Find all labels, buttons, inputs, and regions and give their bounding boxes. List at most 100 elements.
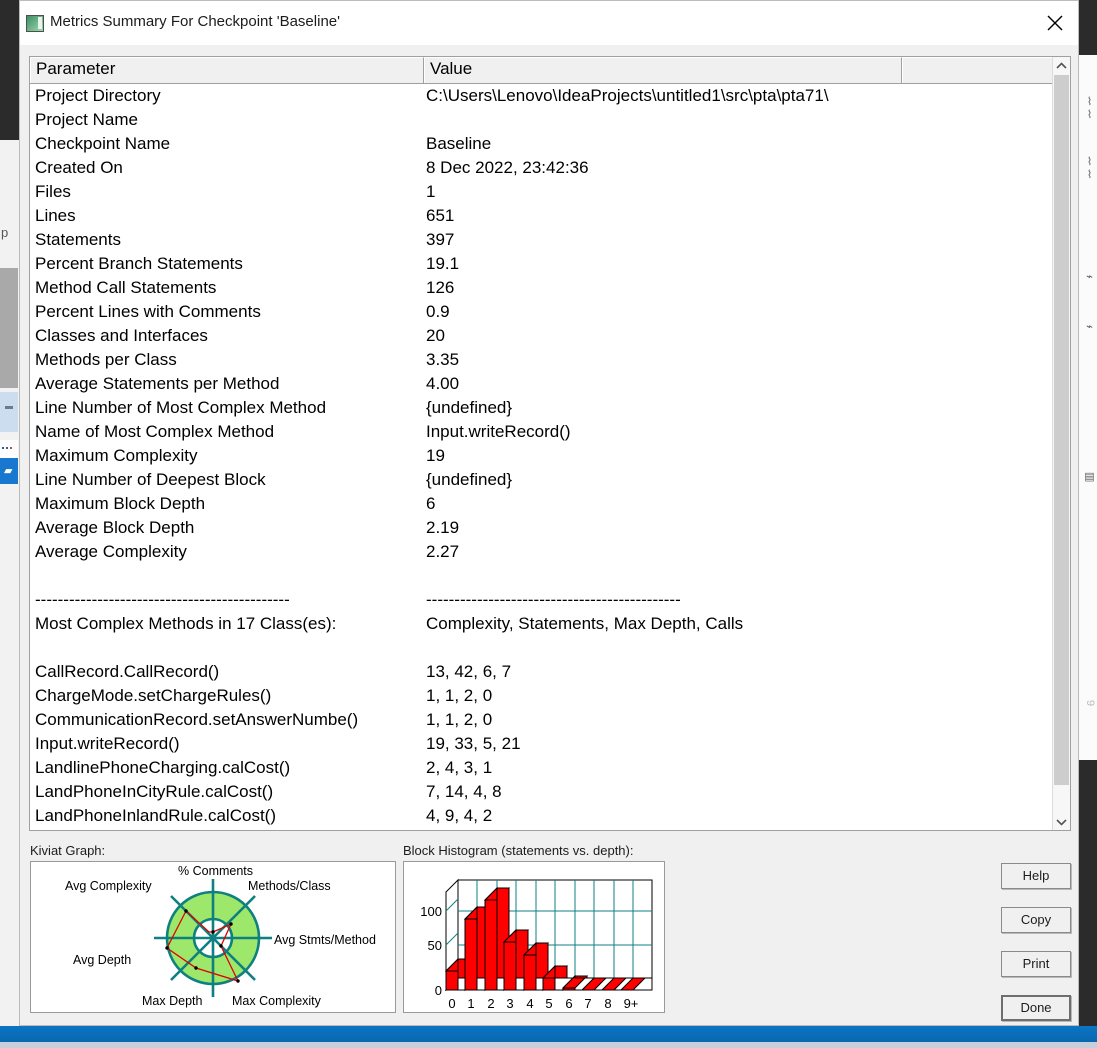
scroll-up-button[interactable]	[1053, 57, 1070, 74]
chevron-up-icon	[1056, 62, 1067, 69]
column-header-value[interactable]: Value	[424, 57, 902, 83]
hist-xtick-8: 8	[604, 996, 611, 1011]
table-header-row: Parameter Value	[30, 57, 1070, 84]
hist-xtick-2: 2	[487, 996, 494, 1011]
done-button[interactable]: Done	[1001, 995, 1071, 1021]
cell-value	[426, 108, 1053, 132]
cell-parameter: Files	[35, 182, 71, 201]
table-row[interactable]: Methods per Class 3.35	[30, 348, 1053, 372]
kiviat-graph-panel: % Comments Methods/Class Avg Stmts/Metho…	[30, 861, 396, 1013]
column-header-empty[interactable]	[902, 57, 1070, 83]
bottom-panel: Kiviat Graph: % Comments Methods/Class A…	[20, 833, 1078, 1025]
table-row[interactable]: CallRecord.CallRecord() 13, 42, 6, 7	[30, 660, 1053, 684]
table-row[interactable]: Lines 651	[30, 204, 1053, 228]
cell-value: 0.9	[426, 302, 450, 321]
table-vertical-scrollbar[interactable]	[1052, 57, 1070, 830]
help-button[interactable]: Help	[1001, 863, 1071, 889]
cell-value: 1, 1, 2, 0	[426, 686, 493, 705]
hist-xtick-5: 5	[545, 996, 552, 1011]
cell-parameter: CallRecord.CallRecord()	[35, 662, 220, 681]
cell-parameter	[30, 636, 426, 660]
kiviat-axis-label-max-complexity: Max Complexity	[232, 994, 322, 1008]
table-row[interactable]: Percent Branch Statements 19.1	[30, 252, 1053, 276]
table-row[interactable]: CommunicationRecord.setAnswerNumbe() 1, 1…	[30, 708, 1053, 732]
table-row[interactable]: Files 1	[30, 180, 1053, 204]
cell-value: Input.writeRecord()	[426, 422, 571, 441]
table-row[interactable]	[30, 636, 1053, 660]
cell-parameter: Input.writeRecord()	[35, 734, 180, 753]
cell-value: 20	[426, 326, 445, 345]
table-row[interactable]: Checkpoint Name Baseline	[30, 132, 1053, 156]
block-histogram-panel: 0 50 100 0 1 2 3 4 5 6 7 8 9+	[403, 861, 665, 1013]
cell-parameter: Project Directory	[35, 86, 161, 105]
vertical-tool-tab-5: ▤	[1083, 470, 1095, 483]
taskbar-item-highlight: ▰	[0, 458, 18, 484]
cell-parameter: Line Number of Deepest Block	[35, 470, 266, 489]
cell-value: {undefined}	[426, 470, 513, 489]
copy-button[interactable]: Copy	[1001, 907, 1071, 933]
table-row[interactable]: LandPhoneInlandRule.calCost() 4, 9, 4, 2	[30, 804, 1053, 828]
window-title: Metrics Summary For Checkpoint 'Baseline…	[50, 13, 340, 30]
cell-value: ----------------------------------------…	[426, 590, 681, 609]
table-row[interactable]: Name of Most Complex Method Input.writeRe…	[30, 420, 1053, 444]
cell-value: 8 Dec 2022, 23:42:36	[426, 158, 589, 177]
table-body[interactable]: Project Directory C:\Users\Lenovo\IdeaPro…	[30, 84, 1053, 830]
cell-value: C:\Users\Lenovo\IdeaProjects\untitled1\s…	[426, 86, 829, 105]
scroll-down-button[interactable]	[1053, 813, 1070, 830]
cell-parameter: LandPhoneInCityRule.calCost()	[35, 782, 274, 801]
table-row[interactable]: Line Number of Deepest Block {undefined}	[30, 468, 1053, 492]
cell-value: 2.27	[426, 542, 460, 561]
windows-taskbar	[0, 1026, 1097, 1048]
table-row[interactable]: Maximum Complexity 19	[30, 444, 1053, 468]
hist-ytick-100: 100	[420, 904, 442, 919]
cell-parameter	[30, 564, 426, 588]
table-row[interactable]: Most Complex Methods in 17 Class(es): Com…	[30, 612, 1053, 636]
cell-value: 3.35	[426, 350, 460, 369]
table-row[interactable]: Percent Lines with Comments 0.9	[30, 300, 1053, 324]
table-row[interactable]	[30, 564, 1053, 588]
column-header-parameter[interactable]: Parameter	[30, 57, 424, 83]
cell-value: 13, 42, 6, 7	[426, 662, 512, 681]
cell-parameter: Methods per Class	[35, 350, 177, 369]
cell-parameter: Created On	[35, 158, 123, 177]
scrollbar-thumb[interactable]	[1054, 75, 1069, 785]
table-row[interactable]: ChargeMode.setChargeRules() 1, 1, 2, 0	[30, 684, 1053, 708]
table-row[interactable]: Classes and Interfaces 20	[30, 324, 1053, 348]
table-row[interactable]: Average Complexity 2.27	[30, 540, 1053, 564]
table-row[interactable]: Line Number of Most Complex Method {undef…	[30, 396, 1053, 420]
hist-ytick-0: 0	[435, 983, 442, 998]
cell-parameter: CommunicationRecord.setAnswerNumbe()	[35, 710, 359, 729]
hist-xtick-7: 7	[584, 996, 591, 1011]
table-row[interactable]: Method Call Statements 126	[30, 276, 1053, 300]
table-row[interactable]: Statements 397	[30, 228, 1053, 252]
cell-parameter: Name of Most Complex Method	[35, 422, 275, 441]
table-row[interactable]: LandPhoneInCityRule.calCost() 7, 14, 4, 8	[30, 780, 1053, 804]
cell-parameter: Percent Branch Statements	[35, 254, 243, 273]
taskbar-bottom-strip	[0, 1042, 1097, 1048]
hist-xtick-0: 0	[448, 996, 455, 1011]
cell-value: 2.19	[426, 518, 460, 537]
table-row[interactable]: Project Directory C:\Users\Lenovo\IdeaPro…	[30, 84, 1053, 108]
block-histogram-chart: 0 50 100 0 1 2 3 4 5 6 7 8 9+	[420, 878, 653, 1011]
cell-value: 2, 4, 3, 1	[426, 758, 493, 777]
print-button[interactable]: Print	[1001, 951, 1071, 977]
tool-panel-dots	[0, 440, 18, 458]
cell-value: 4, 9, 4, 2	[426, 806, 493, 825]
metrics-table: Parameter Value Project Directory C:\User…	[29, 56, 1071, 831]
table-row[interactable]: Project Name	[30, 108, 1053, 132]
close-button[interactable]	[1032, 1, 1078, 45]
table-row[interactable]: Created On 8 Dec 2022, 23:42:36	[30, 156, 1053, 180]
table-row[interactable]: ----------------------------------------…	[30, 588, 1053, 612]
kiviat-graph-label: Kiviat Graph:	[30, 843, 106, 858]
table-row[interactable]: Average Statements per Method 4.00	[30, 372, 1053, 396]
cell-value	[426, 636, 1053, 660]
cell-parameter: Line Number of Most Complex Method	[35, 398, 327, 417]
tool-panel-gray	[0, 268, 18, 388]
table-row[interactable]: Average Block Depth 2.19	[30, 516, 1053, 540]
cell-value: 1	[426, 182, 436, 201]
vertical-tool-tab-4: ⌁	[1083, 320, 1095, 333]
table-row[interactable]: Maximum Block Depth 6	[30, 492, 1053, 516]
table-row[interactable]: LandlinePhoneCharging.calCost() 2, 4, 3, …	[30, 756, 1053, 780]
editor-dark-area-right	[1079, 0, 1097, 55]
table-row[interactable]: Input.writeRecord() 19, 33, 5, 21	[30, 732, 1053, 756]
